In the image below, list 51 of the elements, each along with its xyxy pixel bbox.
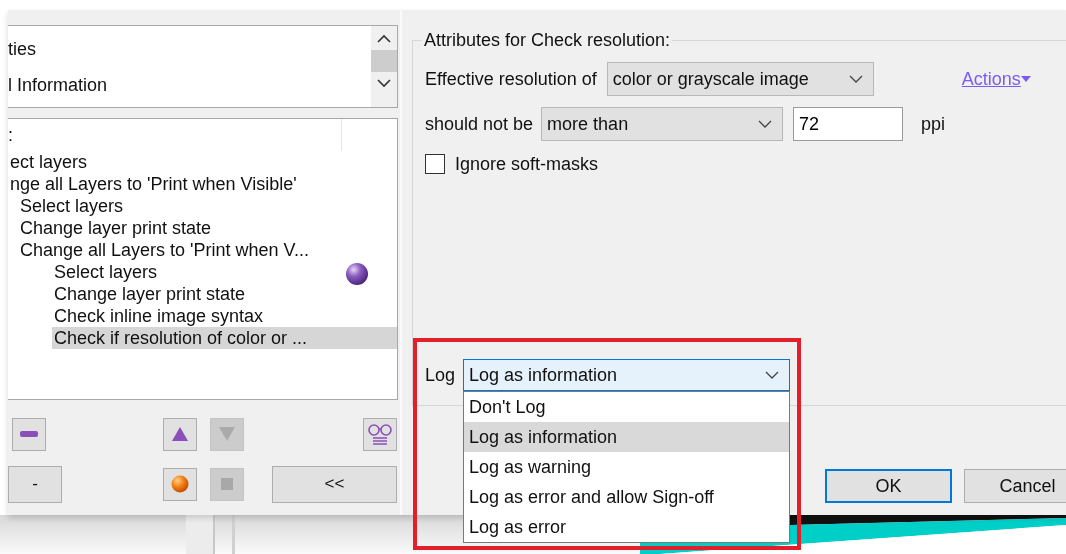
text-button[interactable]: << (272, 465, 397, 503)
column-header: : (8, 125, 13, 145)
chevron-down-icon[interactable] (765, 371, 780, 379)
group-title: Attributes for Check resolution: (423, 30, 672, 51)
tree-item[interactable]: Check inline image syntax (52, 305, 397, 327)
sphere-icon (345, 262, 369, 286)
tree-item[interactable]: Select layers (18, 195, 397, 217)
tree-item[interactable]: nge all Layers to 'Print when Visible' (8, 173, 397, 195)
list-item[interactable]: ties (8, 36, 371, 72)
scrollbar-thumb[interactable] (371, 50, 397, 72)
field-label: should not be (425, 113, 534, 135)
tree-item[interactable]: Select layers (52, 261, 397, 283)
tree-item[interactable]: ect layers (8, 151, 397, 173)
caret-icon[interactable] (1020, 76, 1031, 82)
up-button[interactable] (163, 417, 197, 451)
chevron-down-icon[interactable] (848, 75, 863, 83)
log-dropdown[interactable]: Log as information (463, 359, 791, 391)
tree-item[interactable]: Check if resolution of color or ... (52, 327, 397, 349)
checkbox[interactable] (425, 154, 445, 174)
up-triangle-icon (172, 427, 188, 441)
scroll-up-icon[interactable] (376, 34, 392, 44)
scroll-down-icon[interactable] (376, 78, 392, 88)
ok-button[interactable]: OK (825, 469, 952, 503)
ball-icon (171, 475, 189, 493)
minus-icon (20, 431, 38, 437)
resolution-input[interactable]: 72 (793, 107, 904, 141)
down-triangle-icon (219, 427, 235, 441)
dropdown-option[interactable]: Log as error and allow Sign-off (464, 482, 790, 512)
text-button[interactable]: - (8, 465, 62, 503)
tree-item[interactable]: Change layer print state (18, 217, 397, 239)
unit-label: ppi (921, 113, 946, 135)
tree-item[interactable]: Change all Layers to 'Print when V... (18, 239, 397, 261)
record-button[interactable] (163, 467, 197, 501)
remove-button[interactable] (12, 417, 46, 451)
checkbox-label: Ignore soft-masks (455, 153, 599, 175)
dropdown-option[interactable]: Log as information (464, 422, 790, 452)
tree-item[interactable]: Change layer print state (52, 283, 397, 305)
list-item[interactable]: l Information (8, 72, 371, 108)
chevron-down-icon[interactable] (758, 120, 773, 128)
field-label: Log (425, 364, 456, 386)
dropdown-option[interactable]: Don't Log (464, 392, 790, 422)
dropdown-option[interactable]: Log as warning (464, 452, 790, 482)
field-label: Effective resolution of (425, 68, 597, 90)
dropdown-option[interactable]: Log as error (464, 512, 790, 542)
actions-link[interactable]: Actions (961, 68, 1021, 90)
stop-square-icon (221, 478, 233, 490)
cancel-button[interactable]: Cancel (964, 469, 1066, 503)
comparison-dropdown[interactable]: more than (541, 107, 784, 141)
glasses-button[interactable] (363, 417, 397, 451)
image-type-dropdown[interactable]: color or grayscale image (606, 62, 874, 96)
glasses-icon (367, 422, 393, 446)
